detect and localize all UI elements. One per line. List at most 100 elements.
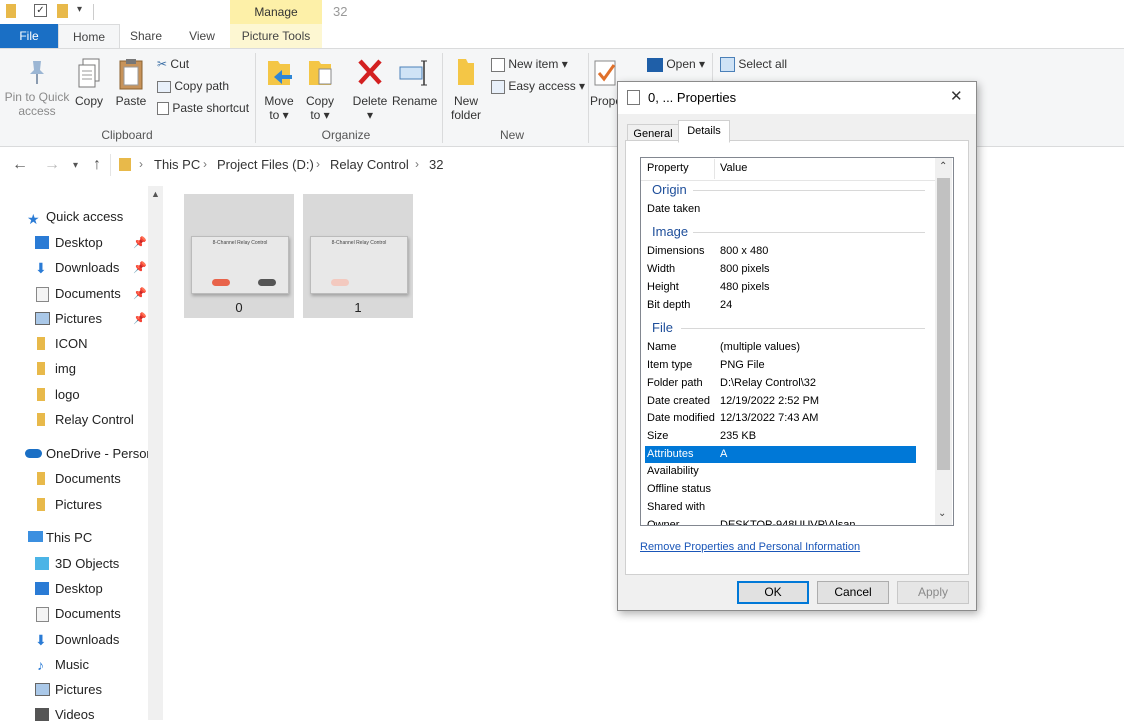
paste-shortcut-button[interactable]: Paste shortcut — [157, 99, 249, 117]
folder-icon — [6, 4, 16, 18]
nav-item-pictures[interactable]: Pictures 📌 — [0, 307, 148, 331]
forward-arrow-icon[interactable]: → — [44, 156, 60, 174]
close-icon[interactable]: ✕ — [950, 87, 963, 105]
tab-home[interactable]: Home — [58, 24, 120, 49]
music-note-icon: ♪ — [37, 657, 44, 673]
cancel-button[interactable]: Cancel — [817, 581, 889, 604]
tab-details[interactable]: Details — [678, 120, 730, 143]
nav-this-pc[interactable]: This PC — [0, 526, 148, 550]
up-arrow-icon[interactable]: ↑ — [93, 156, 101, 174]
nav-item-img[interactable]: img — [0, 357, 148, 381]
download-arrow-icon: ⬇ — [35, 260, 47, 276]
scroll-up-icon[interactable]: ▲ — [151, 189, 160, 199]
remove-properties-link[interactable]: Remove Properties and Personal Informati… — [640, 541, 860, 553]
nav-item-icon-folder[interactable]: ICON — [0, 332, 148, 356]
apply-button[interactable]: Apply — [897, 581, 969, 604]
breadcrumb-separator[interactable]: › — [203, 157, 207, 171]
file-item[interactable]: 8-Channel Relay Control 1 — [303, 194, 413, 318]
copy-button[interactable]: Copy — [72, 57, 106, 108]
recent-locations-chevron-icon[interactable]: ▾ — [73, 160, 78, 171]
scrollbar-thumb[interactable] — [937, 178, 950, 470]
property-row-selected[interactable]: Attributes A — [645, 446, 916, 463]
property-name: Width — [647, 263, 676, 275]
nav-item-onedrive-pictures[interactable]: Pictures — [0, 493, 148, 517]
file-item[interactable]: 8-Channel Relay Control 0 — [184, 194, 294, 318]
property-row[interactable]: Bit depth 24 — [641, 297, 917, 314]
nav-item-pc-documents[interactable]: Documents — [0, 602, 148, 626]
desktop-icon — [35, 236, 49, 249]
breadcrumb-project-files[interactable]: Project Files (D:) — [217, 157, 314, 172]
property-row[interactable]: Name (multiple values) — [641, 339, 917, 356]
breadcrumb-separator[interactable]: › — [139, 157, 143, 171]
property-row[interactable]: Folder path D:\Relay Control\32 — [641, 375, 917, 392]
customize-qat-icon[interactable]: ▾ — [77, 4, 91, 18]
property-row[interactable]: Date created 12/19/2022 2:52 PM — [641, 393, 917, 410]
nav-onedrive[interactable]: OneDrive - Person — [0, 442, 148, 466]
ok-button[interactable]: OK — [737, 581, 809, 604]
nav-item-desktop[interactable]: Desktop 📌 — [0, 231, 148, 255]
manage-contextual-tab[interactable]: Manage — [230, 0, 322, 24]
copy-to-button[interactable]: Copy to ▾ — [303, 55, 337, 122]
new-folder-icon[interactable] — [57, 4, 68, 18]
rename-button[interactable]: Rename — [392, 55, 437, 108]
delete-label-line1: Delete — [352, 94, 388, 108]
select-all-button[interactable]: Select all — [720, 55, 787, 73]
breadcrumb-current[interactable]: 32 — [429, 157, 443, 172]
nav-quick-access[interactable]: ★ Quick access — [0, 205, 148, 229]
nav-item-logo[interactable]: logo — [0, 383, 148, 407]
easy-access-button[interactable]: Easy access ▾ — [491, 77, 585, 95]
scroll-up-chevron-icon[interactable]: ⌃ — [939, 161, 947, 172]
new-item-button[interactable]: New item ▾ — [491, 55, 568, 73]
nav-item-pc-desktop[interactable]: Desktop — [0, 577, 148, 601]
property-row[interactable]: Shared with — [641, 499, 917, 516]
nav-scrollbar[interactable]: ▲ — [148, 186, 163, 720]
column-header-value[interactable]: Value — [720, 162, 747, 174]
breadcrumb-separator[interactable]: › — [316, 157, 320, 171]
breadcrumb[interactable]: › This PC › Project Files (D:) › Relay C… — [110, 154, 621, 176]
column-header-property[interactable]: Property — [647, 162, 689, 174]
property-row[interactable]: Date modified 12/13/2022 7:43 AM — [641, 410, 917, 427]
tab-view[interactable]: View — [174, 24, 230, 48]
column-divider[interactable] — [714, 159, 715, 179]
scroll-down-chevron-icon[interactable]: ⌄ — [938, 508, 946, 519]
breadcrumb-this-pc[interactable]: This PC — [154, 157, 200, 172]
property-row[interactable]: Height 480 pixels — [641, 279, 917, 296]
new-folder-button[interactable]: New folder — [446, 55, 486, 122]
property-row[interactable]: Offline status — [641, 481, 917, 498]
move-to-button[interactable]: Move to ▾ — [262, 55, 296, 122]
pin-to-quick-access-button[interactable]: Pin to Quick access — [4, 57, 70, 118]
tab-file[interactable]: File — [0, 24, 58, 48]
property-row[interactable]: Owner DESKTOP-948UUVP\Alsan — [641, 517, 917, 525]
property-row[interactable]: Item type PNG File — [641, 357, 917, 374]
properties-check-icon[interactable]: ✓ — [34, 4, 47, 17]
nav-item-relay-control[interactable]: Relay Control — [0, 408, 148, 432]
tab-picture-tools[interactable]: Picture Tools — [230, 24, 322, 48]
property-list-scrollbar[interactable]: ⌃ ⌄ — [935, 158, 952, 525]
property-row[interactable]: Date taken — [641, 201, 917, 218]
nav-item-music[interactable]: ♪ Music — [0, 653, 148, 677]
property-row[interactable]: Dimensions 800 x 480 — [641, 243, 917, 260]
property-row[interactable]: Size 235 KB — [641, 428, 917, 445]
nav-item-downloads[interactable]: ⬇ Downloads 📌 — [0, 256, 148, 280]
nav-item-onedrive-documents[interactable]: Documents — [0, 467, 148, 491]
paste-button[interactable]: Paste — [114, 57, 148, 108]
tab-share[interactable]: Share — [118, 24, 174, 48]
breadcrumb-relay-control[interactable]: Relay Control — [330, 157, 409, 172]
copy-path-button[interactable]: Copy path — [157, 77, 229, 95]
breadcrumb-separator[interactable]: › — [415, 157, 419, 171]
delete-button[interactable]: Delete ▾ — [350, 55, 390, 122]
nav-item-videos[interactable]: Videos — [0, 703, 148, 727]
open-button[interactable]: Open ▾ — [647, 55, 705, 73]
nav-item-pc-pictures[interactable]: Pictures — [0, 678, 148, 702]
dialog-title-bar[interactable]: 0, ... Properties ✕ — [618, 82, 976, 114]
back-arrow-icon[interactable]: ← — [12, 156, 28, 174]
nav-item-documents[interactable]: Documents 📌 — [0, 282, 148, 306]
property-row[interactable]: Width 800 pixels — [641, 261, 917, 278]
paste-shortcut-label: Paste shortcut — [172, 101, 250, 115]
nav-item-3d-objects[interactable]: 3D Objects — [0, 552, 148, 576]
property-list[interactable]: Property Value Origin Date taken Image D… — [640, 157, 954, 526]
cut-button[interactable]: ✂ Cut — [157, 55, 189, 73]
copy-icon — [78, 58, 100, 88]
property-row[interactable]: Availability — [641, 463, 917, 480]
nav-item-pc-downloads[interactable]: ⬇ Downloads — [0, 628, 148, 652]
